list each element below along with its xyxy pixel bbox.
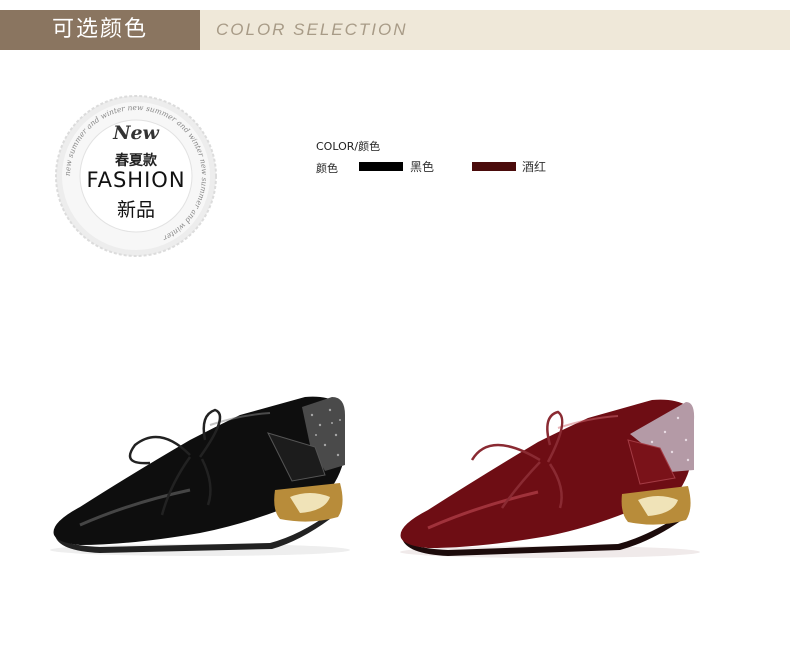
badge-new-script: New — [113, 122, 159, 144]
section-header: 可选颜色 COLOR SELECTION — [0, 10, 790, 50]
badge-text-group: New 春夏款 FASHION 新品 — [55, 95, 217, 257]
black-shoe-image — [50, 396, 350, 556]
color-label: 颜色 — [316, 162, 338, 175]
color-swatch-black[interactable] — [359, 162, 403, 171]
badge-new-product: 新品 — [116, 199, 155, 221]
badge-fashion: FASHION — [86, 168, 186, 192]
section-title-cn: 可选颜色 — [0, 10, 200, 50]
badge-spring-summer: 春夏款 — [115, 153, 157, 169]
color-swatch-wine[interactable] — [472, 162, 516, 171]
color-name-wine: 酒红 — [522, 160, 547, 174]
color-heading: COLOR/颜色 — [316, 140, 381, 153]
wine-red-shoe-image — [400, 399, 700, 558]
section-title-en: COLOR SELECTION — [216, 20, 408, 39]
color-name-black: 黑色 — [410, 160, 435, 174]
